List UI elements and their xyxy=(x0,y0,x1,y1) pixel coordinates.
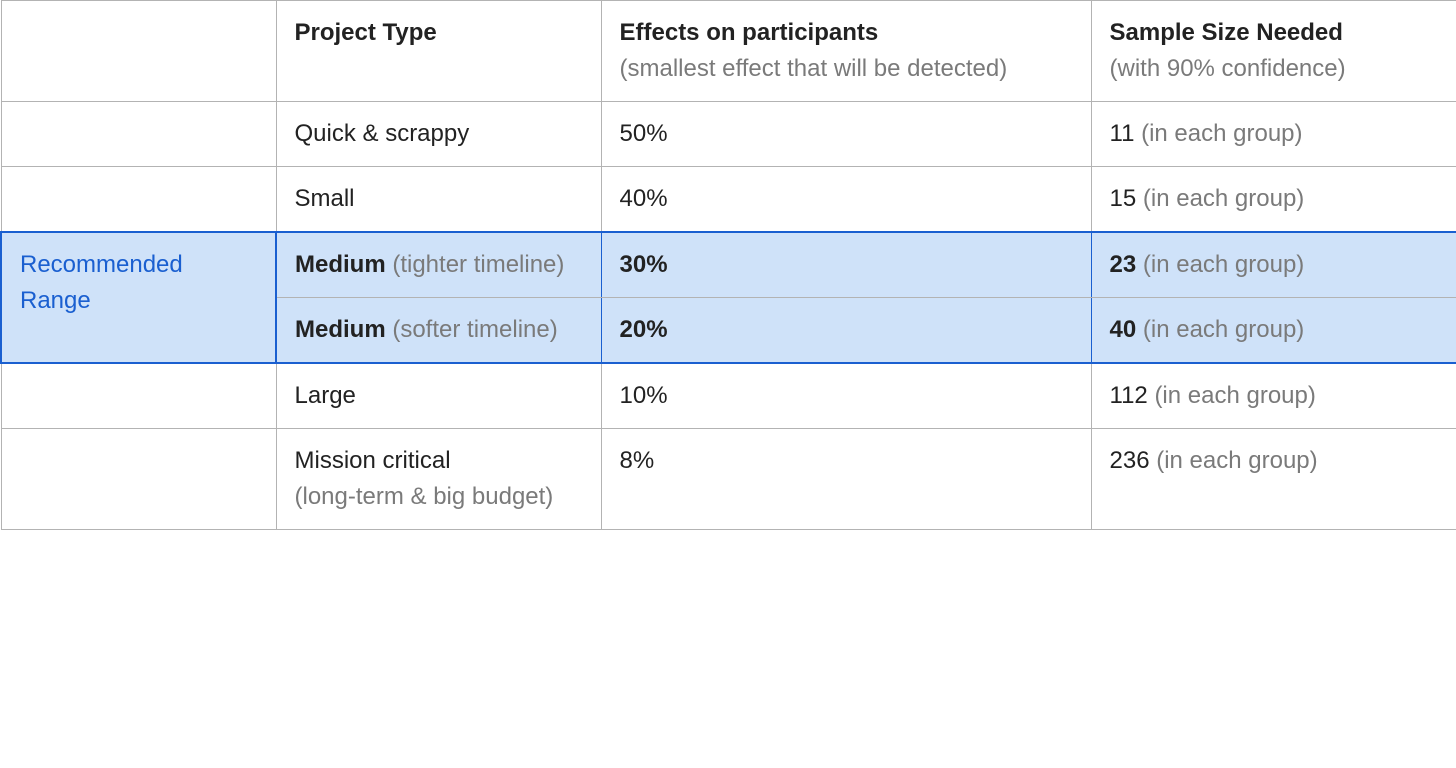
cell-project: Quick & scrappy xyxy=(276,102,601,167)
n-value: 11 xyxy=(1110,120,1135,147)
cell-sample-size: 40 (in each group) xyxy=(1091,298,1456,364)
table-row-recommended: Recommended Range Medium (tighter timeli… xyxy=(1,232,1456,298)
header-effects-sub: (smallest effect that will be detected) xyxy=(620,55,1008,82)
table-header-row: Project Type Effects on participants (sm… xyxy=(1,1,1456,102)
table-row: Small 40% 15 (in each group) xyxy=(1,167,1456,233)
effect-value: 20% xyxy=(620,316,668,343)
n-suffix: (in each group) xyxy=(1154,382,1315,409)
recommended-col-empty xyxy=(1,363,276,429)
cell-sample-size: 23 (in each group) xyxy=(1091,232,1456,298)
project-name: Large xyxy=(295,382,356,409)
n-suffix: (in each group) xyxy=(1143,185,1304,212)
n-value: 40 xyxy=(1110,316,1137,343)
sample-size-table: Project Type Effects on participants (sm… xyxy=(0,0,1456,530)
cell-effect: 10% xyxy=(601,363,1091,429)
n-suffix: (in each group) xyxy=(1156,447,1317,474)
cell-sample-size: 236 (in each group) xyxy=(1091,429,1456,530)
recommended-col-empty xyxy=(1,167,276,233)
cell-effect: 30% xyxy=(601,232,1091,298)
header-project-type: Project Type xyxy=(276,1,601,102)
project-note: (long-term & big budget) xyxy=(295,483,554,510)
recommended-col-empty xyxy=(1,102,276,167)
project-name: Mission critical xyxy=(295,447,451,474)
header-sample-size: Sample Size Needed (with 90% confidence) xyxy=(1091,1,1456,102)
project-name: Medium xyxy=(295,251,386,278)
cell-effect: 40% xyxy=(601,167,1091,233)
header-sample-size-label: Sample Size Needed xyxy=(1110,19,1343,46)
effect-value: 40% xyxy=(620,185,668,212)
recommended-col-empty xyxy=(1,429,276,530)
effect-value: 8% xyxy=(620,447,655,474)
header-sample-size-sub: (with 90% confidence) xyxy=(1110,55,1346,82)
cell-sample-size: 112 (in each group) xyxy=(1091,363,1456,429)
n-suffix: (in each group) xyxy=(1143,316,1304,343)
effect-value: 10% xyxy=(620,382,668,409)
cell-effect: 20% xyxy=(601,298,1091,364)
cell-project: Mission critical (long-term & big budget… xyxy=(276,429,601,530)
cell-effect: 50% xyxy=(601,102,1091,167)
effect-value: 30% xyxy=(620,251,668,278)
header-project-type-label: Project Type xyxy=(295,19,437,46)
n-value: 236 xyxy=(1110,447,1150,474)
n-value: 23 xyxy=(1110,251,1137,278)
cell-effect: 8% xyxy=(601,429,1091,530)
project-note: (softer timeline) xyxy=(392,316,557,343)
effect-value: 50% xyxy=(620,120,668,147)
header-effects-label: Effects on participants xyxy=(620,19,879,46)
table-row: Large 10% 112 (in each group) xyxy=(1,363,1456,429)
cell-project: Large xyxy=(276,363,601,429)
cell-sample-size: 15 (in each group) xyxy=(1091,167,1456,233)
n-suffix: (in each group) xyxy=(1141,120,1302,147)
project-name: Medium xyxy=(295,316,386,343)
header-recommended-col xyxy=(1,1,276,102)
n-value: 15 xyxy=(1110,185,1137,212)
header-effects: Effects on participants (smallest effect… xyxy=(601,1,1091,102)
cell-project: Medium (tighter timeline) xyxy=(276,232,601,298)
recommended-range-label: Recommended Range xyxy=(1,232,276,363)
table-row: Mission critical (long-term & big budget… xyxy=(1,429,1456,530)
cell-project: Medium (softer timeline) xyxy=(276,298,601,364)
project-note: (tighter timeline) xyxy=(392,251,564,278)
n-value: 112 xyxy=(1110,382,1148,409)
project-name: Small xyxy=(295,185,355,212)
table-row: Quick & scrappy 50% 11 (in each group) xyxy=(1,102,1456,167)
cell-sample-size: 11 (in each group) xyxy=(1091,102,1456,167)
project-name: Quick & scrappy xyxy=(295,120,470,147)
n-suffix: (in each group) xyxy=(1143,251,1304,278)
cell-project: Small xyxy=(276,167,601,233)
